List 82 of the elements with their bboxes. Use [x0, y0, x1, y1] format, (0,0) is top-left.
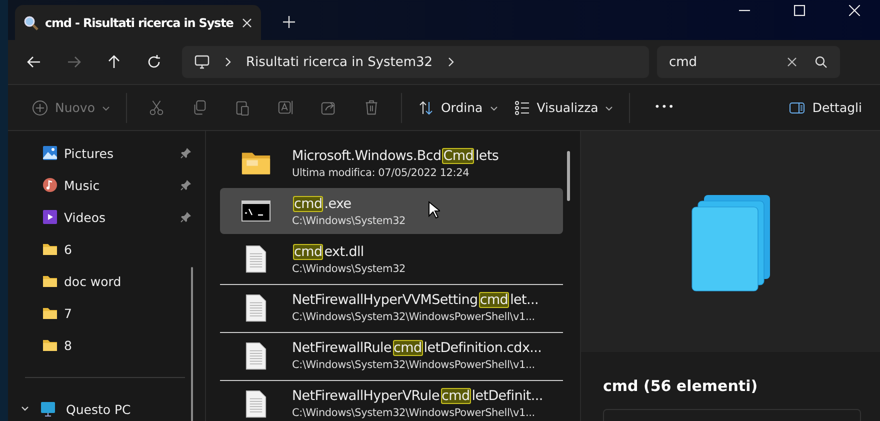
view-button[interactable]: Visualizza	[506, 96, 622, 120]
breadcrumb[interactable]: Risultati ricerca in System32	[246, 54, 433, 70]
scrollbar[interactable]	[191, 267, 193, 421]
file-detail: C:\Windows\System32\WindowsPowerShell\v1...	[292, 311, 536, 323]
file-detail: C:\Windows\System32	[292, 214, 406, 226]
window-tab[interactable]: cmd - Risultati ricerca in Syste	[15, 5, 261, 40]
sort-button[interactable]: Ordina	[410, 96, 506, 120]
scrollbar[interactable]	[567, 151, 570, 201]
address-bar[interactable]: Risultati ricerca in System32	[182, 46, 649, 78]
file-name: cmd.exe	[292, 196, 352, 212]
monitor-icon	[194, 54, 210, 70]
file-row[interactable]: NetFirewallHyperVRulecmd letDefinit... C:\Windows\System32\WindowsPowerShell\v1...	[220, 380, 563, 421]
file-row[interactable]: cmd ext.dll C:\Windows\System32	[220, 236, 563, 282]
plus-icon	[32, 100, 48, 116]
pin-icon[interactable]	[180, 211, 192, 223]
folder-icon	[42, 305, 58, 321]
document-icon	[245, 294, 267, 322]
details-pane-icon	[789, 100, 806, 116]
search-field[interactable]: cmd	[657, 46, 840, 78]
file-name: NetFirewallHyperVVMSetting cmd let...	[292, 292, 539, 308]
pictures-icon	[42, 145, 58, 161]
file-detail: Ultima modifica: 07/05/2022 12:24	[292, 166, 470, 178]
caret-icon	[490, 104, 498, 112]
sort-icon	[418, 100, 434, 116]
new-tab-icon[interactable]	[283, 16, 295, 28]
back-icon[interactable]	[26, 54, 42, 70]
close-icon[interactable]	[849, 5, 860, 16]
folder-icon	[42, 337, 58, 353]
up-icon[interactable]	[106, 54, 122, 70]
caret-icon	[605, 104, 614, 112]
file-row[interactable]: NetFirewallRulecmd letDefinition.cdx... C:\Windows\System32\WindowsPowerShell\v1...	[220, 332, 563, 378]
file-name: NetFirewallRulecmd letDefinition.cdx...	[292, 340, 542, 356]
chevron-icon	[446, 57, 455, 67]
video-icon	[42, 209, 58, 225]
mouse-pointer-icon	[428, 201, 440, 219]
sidebar-item[interactable]: 7	[8, 297, 192, 329]
file-row[interactable]: cmd.exe C:\Windows\System32	[220, 188, 563, 234]
pin-icon[interactable]	[180, 179, 192, 191]
console-icon	[241, 198, 271, 224]
new-button[interactable]: Nuovo	[24, 96, 118, 120]
folder-icon	[241, 150, 271, 176]
file-row[interactable]: NetFirewallHyperVVMSetting cmd let... C:\Windows\System32\WindowsPowerShell\v1...	[220, 284, 563, 330]
document-icon	[245, 245, 267, 273]
more-button[interactable]: •••	[646, 98, 683, 117]
file-detail: C:\Windows\System32\WindowsPowerShell\v1...	[292, 407, 536, 419]
documents-icon	[690, 194, 770, 294]
pin-icon[interactable]	[180, 147, 192, 159]
file-detail: C:\Windows\System32	[292, 262, 406, 274]
chevron-icon	[224, 57, 232, 67]
document-icon	[245, 390, 267, 418]
document-icon	[245, 342, 267, 370]
sidebar-item[interactable]: Music	[8, 169, 192, 201]
list-view-icon	[514, 100, 530, 116]
cut-icon[interactable]	[148, 99, 165, 116]
file-name: NetFirewallHyperVRulecmd letDefinit...	[292, 388, 543, 404]
music-icon	[42, 177, 58, 193]
forward-icon[interactable]	[66, 54, 82, 70]
maximize-icon[interactable]	[794, 5, 805, 16]
sidebar-item[interactable]: Videos	[8, 201, 192, 233]
search-input[interactable]: cmd	[667, 54, 770, 70]
sidebar-item[interactable]: 8	[8, 329, 192, 361]
search-icon	[23, 14, 39, 30]
sidebar-item[interactable]: Pictures	[8, 137, 192, 169]
sidebar-item[interactable]: Questo PC	[8, 393, 170, 421]
sidebar-item[interactable]: doc word	[8, 265, 192, 297]
sidebar-item[interactable]: 6	[8, 233, 192, 265]
refresh-icon[interactable]	[146, 54, 162, 70]
caret-icon	[102, 104, 110, 112]
folder-icon	[42, 273, 58, 289]
file-name: Microsoft.Windows.Bcd Cmd lets	[292, 148, 499, 164]
monitor-icon	[40, 401, 56, 417]
file-detail: C:\Windows\System32\WindowsPowerShell\v1...	[292, 359, 536, 371]
details-button[interactable]: Dettagli	[781, 96, 870, 120]
paste-icon[interactable]	[234, 99, 251, 116]
rename-icon[interactable]	[276, 99, 294, 116]
search-icon[interactable]	[814, 55, 828, 69]
file-row[interactable]: Microsoft.Windows.Bcd Cmd lets Ultima modifica: 07/05/2022 12:24	[220, 140, 563, 186]
clear-icon[interactable]	[786, 56, 798, 68]
file-name: cmd ext.dll	[292, 244, 365, 260]
details-title: cmd (56 elementi)	[603, 377, 759, 395]
close-icon[interactable]	[241, 16, 253, 28]
folder-icon	[42, 241, 58, 257]
